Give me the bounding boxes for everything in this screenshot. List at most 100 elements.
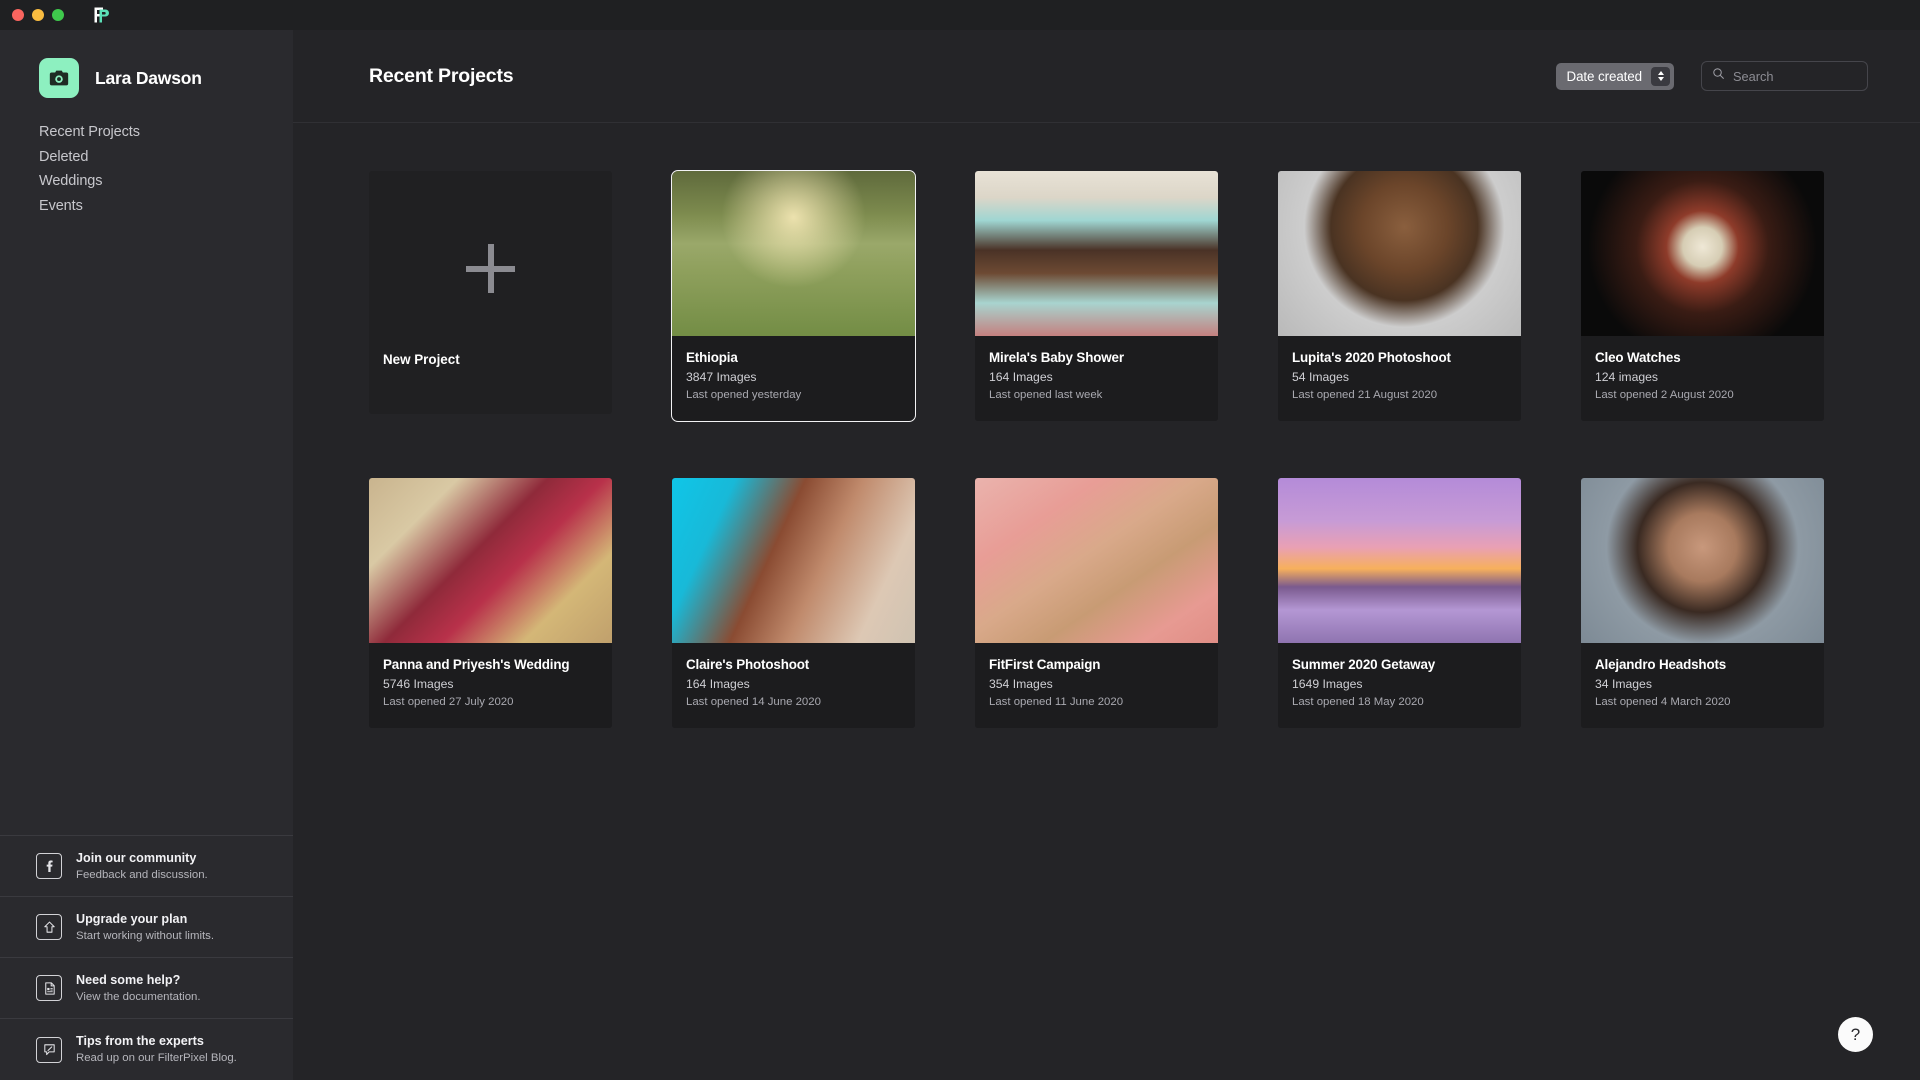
promo-subtitle: Feedback and discussion. [76, 868, 208, 881]
project-card-ethiopia[interactable]: Ethiopia 3847 Images Last opened yesterd… [671, 170, 916, 422]
project-image-count: 164 Images [989, 370, 1053, 384]
project-card-claires-photoshoot[interactable]: Claire's Photoshoot 164 Images Last open… [672, 478, 915, 728]
traffic-light-controls [12, 9, 64, 21]
promo-need-help[interactable]: Need some help? View the documentation. [0, 958, 293, 1019]
main-content: Recent Projects Date created Search New … [293, 30, 1920, 1080]
chat-pen-icon [36, 1036, 62, 1063]
plus-vertical [487, 244, 494, 293]
project-image-count: 1649 Images [1292, 677, 1363, 691]
sidebar-item-weddings[interactable]: Weddings [39, 169, 293, 194]
promo-subtitle: Read up on our FilterPixel Blog. [76, 1052, 237, 1064]
plus-icon-wrap [369, 171, 612, 352]
project-title: FitFirst Campaign [989, 657, 1101, 672]
sidebar-item-deleted[interactable]: Deleted [39, 145, 293, 170]
sidebar-item-recent-projects[interactable]: Recent Projects [39, 120, 293, 145]
project-image-count: 54 Images [1292, 370, 1349, 384]
project-image-count: 3847 Images [686, 370, 757, 384]
search-icon [1712, 67, 1725, 85]
avatar [39, 58, 79, 98]
upgrade-arrow-icon [36, 914, 62, 940]
user-profile[interactable]: Lara Dawson [0, 30, 293, 98]
project-image-count: 354 Images [989, 677, 1053, 691]
stepper-icon[interactable] [1651, 66, 1670, 86]
project-last-opened: Last opened yesterday [686, 389, 802, 401]
sidebar: Lara Dawson Recent Projects Deleted Wedd… [0, 30, 293, 1080]
project-card-body: Mirela's Baby Shower 164 Images Last ope… [975, 336, 1218, 421]
content-topbar: Recent Projects Date created [293, 30, 1920, 123]
project-card-alejandro-headshots[interactable]: Alejandro Headshots 34 Images Last opene… [1581, 478, 1824, 728]
page-title: Recent Projects [369, 64, 514, 87]
project-thumbnail [672, 478, 915, 643]
project-card-cleo-watches[interactable]: Cleo Watches 124 images Last opened 2 Au… [1581, 171, 1824, 421]
minimize-window-button[interactable] [32, 9, 44, 21]
project-last-opened: Last opened 27 July 2020 [383, 696, 514, 708]
project-thumbnail [1278, 478, 1521, 643]
facebook-icon [36, 853, 62, 879]
project-card-body: Ethiopia 3847 Images Last opened yesterd… [672, 336, 915, 421]
project-card-panna-and-priyeshs-wedding[interactable]: Panna and Priyesh's Wedding 5746 Images … [369, 478, 612, 728]
promo-text: Tips from the experts Read up on our Fil… [76, 1033, 237, 1066]
promo-tips-experts[interactable]: Tips from the experts Read up on our Fil… [0, 1019, 293, 1080]
project-title: Alejandro Headshots [1595, 657, 1727, 672]
project-thumbnail [975, 478, 1218, 643]
project-thumbnail [1278, 171, 1521, 336]
project-thumbnail [672, 171, 915, 336]
new-project-card[interactable]: New Project [369, 171, 612, 414]
topbar-controls: Date created [1555, 61, 1868, 91]
help-button[interactable]: ? [1838, 1017, 1873, 1052]
project-card-summer-2020-getaway[interactable]: Summer 2020 Getaway 1649 Images Last ope… [1278, 478, 1521, 728]
promo-subtitle: View the documentation. [76, 990, 201, 1003]
chevron-down-icon [1657, 77, 1664, 81]
sidebar-item-events[interactable]: Events [39, 194, 293, 219]
project-card-body: Cleo Watches 124 images Last opened 2 Au… [1581, 336, 1824, 421]
project-title: Ethiopia [686, 350, 738, 365]
project-card-body: FitFirst Campaign 354 Images Last opened… [975, 643, 1218, 728]
project-last-opened: Last opened 21 August 2020 [1292, 389, 1438, 401]
promo-title: Tips from the experts [76, 1034, 204, 1048]
project-image-count: 34 Images [1595, 677, 1652, 691]
project-title: Panna and Priyesh's Wedding [383, 657, 570, 672]
project-last-opened: Last opened 14 June 2020 [686, 696, 821, 708]
projects-row: Panna and Priyesh's Wedding 5746 Images … [369, 478, 1868, 728]
project-card-body: Claire's Photoshoot 164 Images Last open… [672, 643, 915, 728]
new-project-label: New Project [383, 352, 460, 367]
window-titlebar [0, 0, 1920, 30]
project-title: Cleo Watches [1595, 350, 1681, 365]
promo-join-community[interactable]: Join our community Feedback and discussi… [0, 836, 293, 897]
search-box[interactable] [1701, 61, 1868, 91]
sidebar-promos: Join our community Feedback and discussi… [0, 835, 293, 1080]
maximize-window-button[interactable] [52, 9, 64, 21]
sort-select[interactable]: Date created [1555, 62, 1674, 90]
promo-subtitle: Start working without limits. [76, 929, 214, 942]
search-input[interactable] [1733, 68, 1857, 84]
project-last-opened: Last opened 11 June 2020 [989, 696, 1124, 708]
projects-grid: New Project Ethiopia 3847 Images Last op… [293, 123, 1920, 728]
question-mark-icon: ? [1850, 1025, 1861, 1044]
sidebar-nav: Recent Projects Deleted Weddings Events [0, 120, 293, 218]
project-card-body: Lupita's 2020 Photoshoot 54 Images Last … [1278, 336, 1521, 421]
project-card-lupitas-2020-photoshoot[interactable]: Lupita's 2020 Photoshoot 54 Images Last … [1278, 171, 1521, 421]
project-card-body: Summer 2020 Getaway 1649 Images Last ope… [1278, 643, 1521, 728]
project-last-opened: Last opened 4 March 2020 [1595, 696, 1731, 708]
project-title: Mirela's Baby Shower [989, 350, 1124, 365]
promo-title: Upgrade your plan [76, 911, 188, 926]
sort-select-value: Date created [1566, 68, 1643, 84]
close-window-button[interactable] [12, 9, 24, 21]
project-card-body: Panna and Priyesh's Wedding 5746 Images … [369, 643, 612, 728]
camera-icon [49, 70, 69, 86]
promo-title: Need some help? [76, 972, 181, 987]
project-image-count: 5746 Images [383, 677, 454, 691]
project-card-mirelas-baby-shower[interactable]: Mirela's Baby Shower 164 Images Last ope… [975, 171, 1218, 421]
project-title: Summer 2020 Getaway [1292, 657, 1436, 672]
project-thumbnail [369, 478, 612, 643]
project-card-fitfirst-campaign[interactable]: FitFirst Campaign 354 Images Last opened… [975, 478, 1218, 728]
project-image-count: 164 Images [686, 677, 750, 691]
promo-text: Upgrade your plan Start working without … [76, 911, 214, 944]
promo-upgrade-plan[interactable]: Upgrade your plan Start working without … [0, 897, 293, 958]
filterpixel-logo-icon [91, 5, 111, 25]
chevron-up-icon [1657, 71, 1664, 75]
project-last-opened: Last opened 2 August 2020 [1595, 389, 1734, 401]
document-icon [36, 975, 62, 1001]
project-last-opened: Last opened 18 May 2020 [1292, 696, 1424, 708]
project-thumbnail [1581, 478, 1824, 643]
